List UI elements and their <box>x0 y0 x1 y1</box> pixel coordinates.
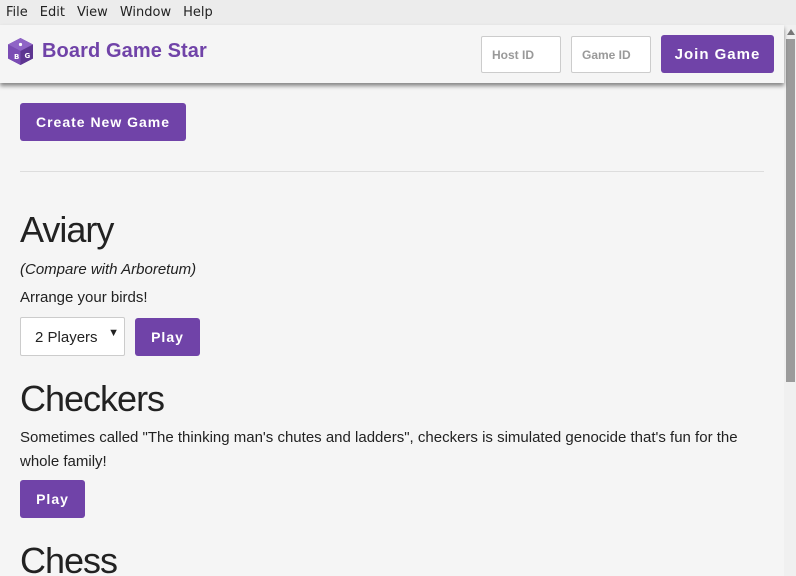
brand-name: Board Game Star <box>42 40 207 62</box>
create-new-game-button[interactable]: Create New Game <box>20 103 186 141</box>
menu-window[interactable]: Window <box>114 0 177 25</box>
page-scrollbar[interactable] <box>784 25 796 576</box>
brand[interactable]: B G Board Game Star <box>6 37 207 66</box>
divider <box>20 171 764 172</box>
menu-help[interactable]: Help <box>177 0 219 25</box>
play-button-aviary[interactable]: Play <box>135 318 200 356</box>
game-title-chess: Chess <box>20 540 118 576</box>
game-title-aviary: Aviary <box>20 209 114 250</box>
game-description-aviary: Arrange your birds! <box>20 289 148 306</box>
scroll-thumb[interactable] <box>786 39 795 382</box>
menu-file[interactable]: File <box>0 0 34 25</box>
host-id-input[interactable] <box>481 36 561 73</box>
player-count-value: 2 Players <box>35 329 98 346</box>
menu-bar: File Edit View Window Help <box>0 0 796 25</box>
game-description-checkers: Sometimes called "The thinking man's chu… <box>20 429 738 470</box>
dice-icon: B G <box>8 38 33 65</box>
svg-text:G: G <box>25 52 31 60</box>
menu-edit[interactable]: Edit <box>34 0 71 25</box>
menu-view[interactable]: View <box>71 0 114 25</box>
game-title-checkers: Checkers <box>20 378 165 419</box>
chevron-down-icon: ▼ <box>108 327 119 339</box>
play-button-checkers[interactable]: Play <box>20 480 85 518</box>
join-game-button[interactable]: Join Game <box>661 35 774 73</box>
game-note-aviary: (Compare with Arboretum) <box>20 261 197 278</box>
game-id-input[interactable] <box>571 36 651 73</box>
scroll-up-arrow-icon[interactable] <box>787 29 795 35</box>
svg-text:B: B <box>14 53 19 61</box>
player-count-select[interactable]: 2 Players ▼ <box>20 317 125 356</box>
navbar: B G Board Game Star Join Game <box>0 25 784 83</box>
